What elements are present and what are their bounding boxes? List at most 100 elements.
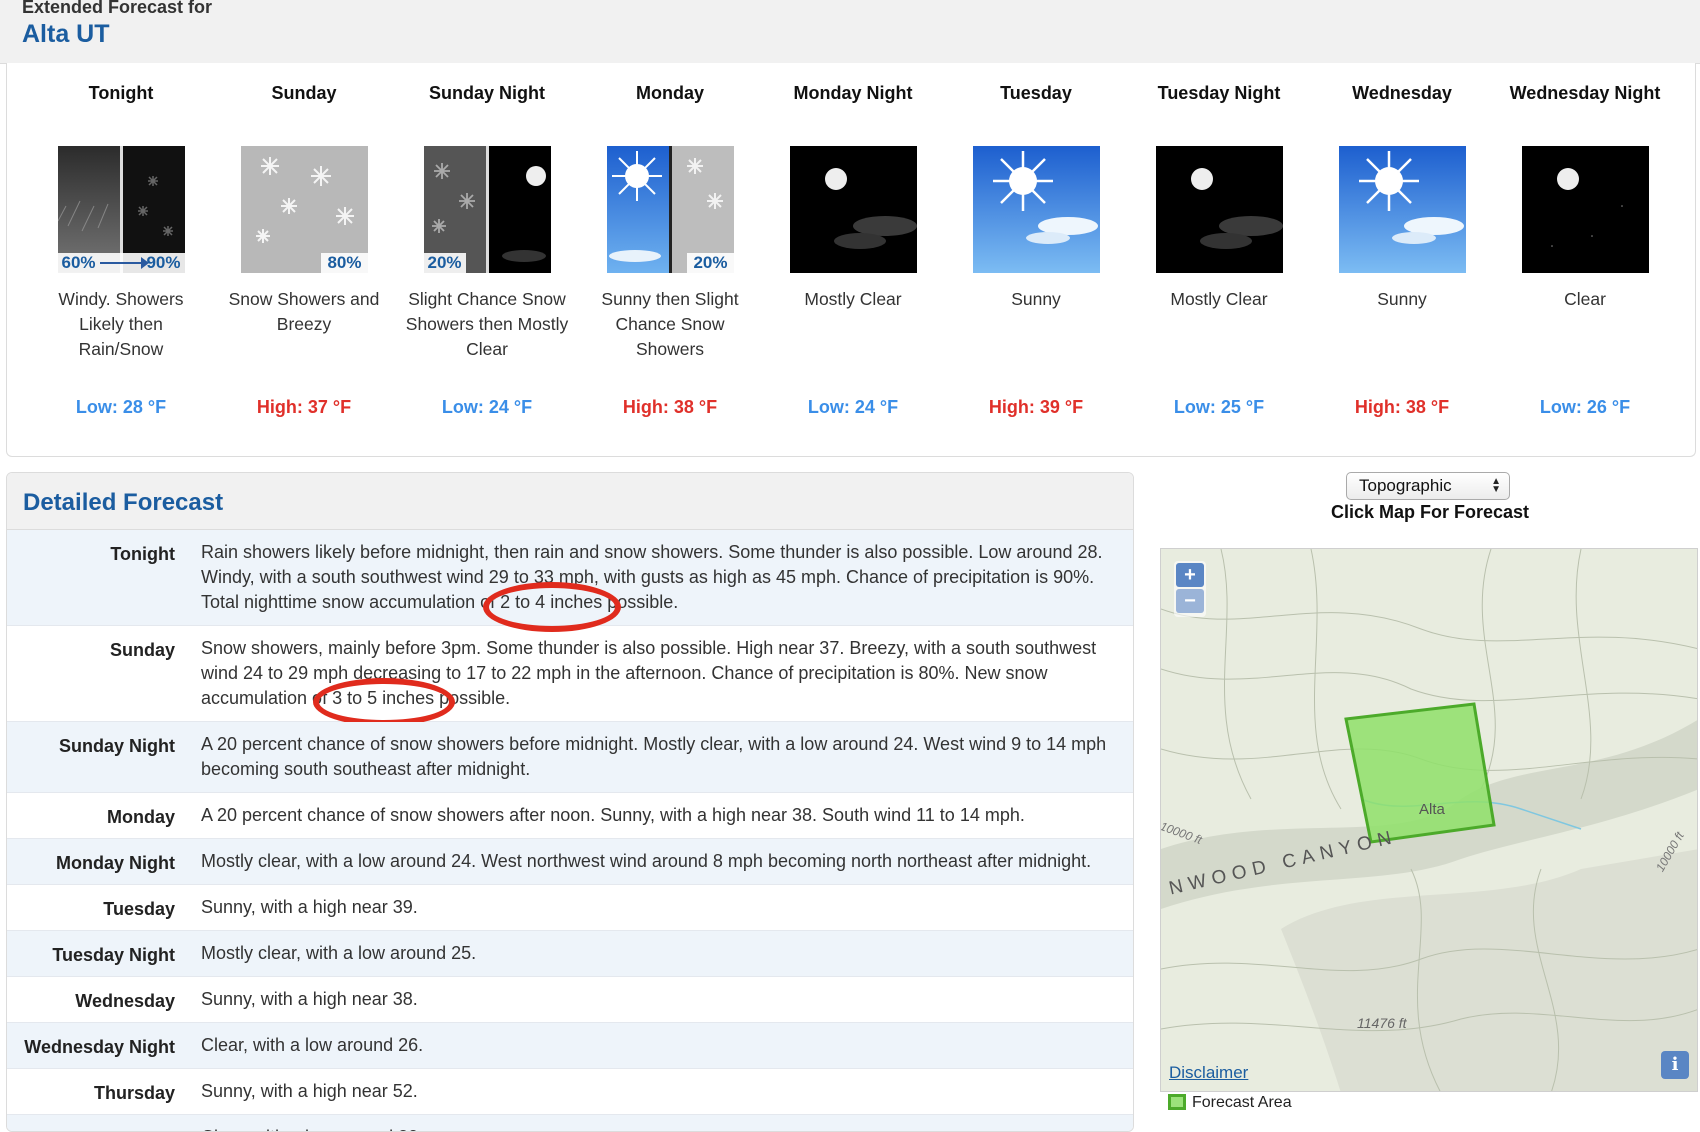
row-text: A 20 percent chance of snow showers befo…: [201, 734, 1107, 779]
short-description: Sunny: [1011, 289, 1061, 309]
period-sunday-night[interactable]: Sunday Night 20% Slight Chance Snow Show…: [402, 81, 572, 418]
precip-chance: 80%: [321, 253, 368, 273]
row-text: A 20 percent chance of snow showers afte…: [201, 805, 1025, 825]
row-label: Tonight: [110, 544, 175, 564]
short-description: Slight Chance Snow Showers then Mostly C…: [405, 289, 569, 359]
temperature: Low: 24 °F: [441, 397, 533, 417]
row-label: Monday: [106, 807, 175, 827]
row-label: Thursday: [93, 1083, 175, 1103]
detail-row-tonight: Tonight Rain showers likely before midni…: [7, 530, 1133, 632]
short-description: Mostly Clear: [1170, 289, 1268, 309]
short-description: Snow Showers and Breezy: [228, 289, 380, 334]
period-monday[interactable]: Monday 20% Sunny then Slight Chance Snow…: [585, 81, 755, 418]
sunny-icon: [972, 146, 1100, 273]
period-name: Sunday: [271, 83, 337, 103]
temperature: Low: 26 °F: [1539, 397, 1631, 417]
detailed-forecast-panel: Detailed Forecast Tonight Rain showers l…: [6, 472, 1134, 1132]
period-sunday[interactable]: Sunday 80% Snow Showers and Breezy High:…: [219, 81, 389, 418]
row-label: Monday Night: [56, 853, 175, 873]
row-label: Tuesday Night: [52, 945, 175, 965]
forecast-map[interactable]: Alta NWOOD CANYON 11476 ft 10000 ft 1000…: [1160, 548, 1698, 1092]
precip-chance: 20%: [687, 253, 734, 273]
forecast-area-swatch: [1168, 1094, 1186, 1110]
precip-chance: 20%: [423, 253, 466, 273]
row-text: Mostly clear, with a low around 24. West…: [201, 851, 1092, 871]
detail-row-thursday-night: Thursday Night Clear, with a low around …: [7, 1115, 1133, 1131]
period-wednesday-night[interactable]: Wednesday Night Clear Low: 26 °F: [1500, 81, 1670, 418]
detailed-forecast-title: Detailed Forecast: [7, 473, 1133, 530]
detail-row-wednesday: Wednesday Sunny, with a high near 38.: [7, 977, 1133, 1023]
period-name: Monday Night: [793, 83, 913, 103]
period-name: Sunday Night: [429, 83, 545, 103]
period-name: Wednesday: [1352, 83, 1452, 103]
row-text: Mostly clear, with a low around 25.: [201, 943, 477, 963]
short-description: Sunny then Slight Chance Snow Showers: [601, 289, 739, 359]
snow-showers-icon: 80%: [240, 146, 368, 273]
row-label: Tuesday: [103, 899, 175, 919]
map-type-value: Topographic: [1359, 476, 1452, 495]
short-description: Clear: [1564, 289, 1606, 309]
detail-row-monday-night: Monday Night Mostly clear, with a low ar…: [7, 839, 1133, 885]
period-tuesday-night[interactable]: Tuesday Night Mostly Clear Low: 25 °F: [1134, 81, 1304, 418]
row-label: Sunday Night: [59, 736, 175, 756]
row-text: Rain showers likely before midnight, the…: [201, 542, 1103, 612]
zoom-out-button[interactable]: −: [1176, 589, 1204, 613]
temperature: Low: 25 °F: [1173, 397, 1265, 417]
detail-row-sunday: Sunday Snow showers, mainly before 3pm. …: [7, 626, 1133, 726]
map-legend: Forecast Area: [1168, 1094, 1292, 1112]
period-name: Wednesday Night: [1509, 83, 1661, 103]
sunny-then-snow-icon: 20%: [606, 146, 734, 273]
mostly-clear-night-icon: [1155, 146, 1283, 273]
zoom-control: + −: [1174, 561, 1206, 617]
legend-label: Forecast Area: [1192, 1094, 1292, 1111]
location-title: Alta UT: [22, 20, 110, 48]
period-tonight[interactable]: Tonight 60% 90% Windy. Showers Likely th…: [36, 81, 206, 418]
period-name: Tuesday Night: [1157, 83, 1281, 103]
temperature: High: 39 °F: [988, 397, 1084, 417]
seven-day-forecast: Tonight 60% 90% Windy. Showers Likely th…: [6, 63, 1696, 457]
header-subtitle: Extended Forecast for: [22, 0, 213, 17]
zoom-in-button[interactable]: +: [1176, 563, 1204, 587]
temperature: Low: 24 °F: [807, 397, 899, 417]
detail-row-thursday: Thursday Sunny, with a high near 52.: [7, 1069, 1133, 1115]
period-monday-night[interactable]: Monday Night Mostly Clear Low: 24 °F: [768, 81, 938, 418]
detail-row-tuesday: Tuesday Sunny, with a high near 39.: [7, 885, 1133, 931]
row-label: Thursday Night: [7, 1115, 175, 1131]
row-label: Wednesday: [75, 991, 175, 1011]
period-tuesday[interactable]: Tuesday Sunny High: 39 °F: [951, 81, 1121, 418]
elevation-label: 11476 ft: [1357, 1015, 1407, 1031]
row-label: Wednesday Night: [24, 1037, 175, 1057]
detail-row-tuesday-night: Tuesday Night Mostly clear, with a low a…: [7, 931, 1133, 977]
row-text: Sunny, with a high near 38.: [201, 989, 418, 1009]
short-description: Windy. Showers Likely then Rain/Snow: [58, 289, 184, 359]
period-wednesday[interactable]: Wednesday Sunny High: 38 °F: [1317, 81, 1487, 418]
row-text: Clear, with a low around 26.: [201, 1035, 424, 1055]
sunny-icon: [1338, 146, 1466, 273]
detail-row-wednesday-night: Wednesday Night Clear, with a low around…: [7, 1023, 1133, 1069]
detail-row-sunday-night: Sunday Night A 20 percent chance of snow…: [7, 722, 1133, 793]
row-label: Sunday: [109, 640, 175, 660]
place-label: Alta: [1419, 801, 1445, 818]
row-text: Snow showers, mainly before 3pm. Some th…: [201, 638, 1097, 708]
mostly-clear-night-icon: [789, 146, 917, 273]
short-description: Sunny: [1377, 289, 1427, 309]
temperature: High: 38 °F: [622, 397, 718, 417]
period-name: Tonight: [88, 83, 154, 103]
row-text: Sunny, with a high near 39.: [201, 897, 418, 917]
clear-night-icon: [1521, 146, 1649, 273]
map-type-select[interactable]: Topographic ▲ ▼: [1346, 472, 1510, 500]
temperature: High: 37 °F: [256, 397, 352, 417]
info-button[interactable]: i: [1661, 1051, 1689, 1079]
period-name: Monday: [635, 83, 704, 103]
row-text: Sunny, with a high near 52.: [201, 1081, 418, 1101]
temperature: High: 38 °F: [1354, 397, 1450, 417]
disclaimer-link[interactable]: Disclaimer: [1169, 1063, 1248, 1083]
rain-snow-windy-icon: 60% 90%: [57, 146, 185, 273]
detail-row-monday: Monday A 20 percent chance of snow showe…: [7, 793, 1133, 839]
snow-then-clear-night-icon: 20%: [423, 146, 551, 273]
precip-chance: 60% 90%: [57, 253, 185, 273]
period-name: Tuesday: [1000, 83, 1072, 103]
select-arrows-icon: ▲ ▼: [1491, 476, 1501, 495]
row-text: Clear, with a low around 30.: [175, 1115, 441, 1131]
forecast-header: Extended Forecast for Alta UT: [0, 0, 1700, 64]
